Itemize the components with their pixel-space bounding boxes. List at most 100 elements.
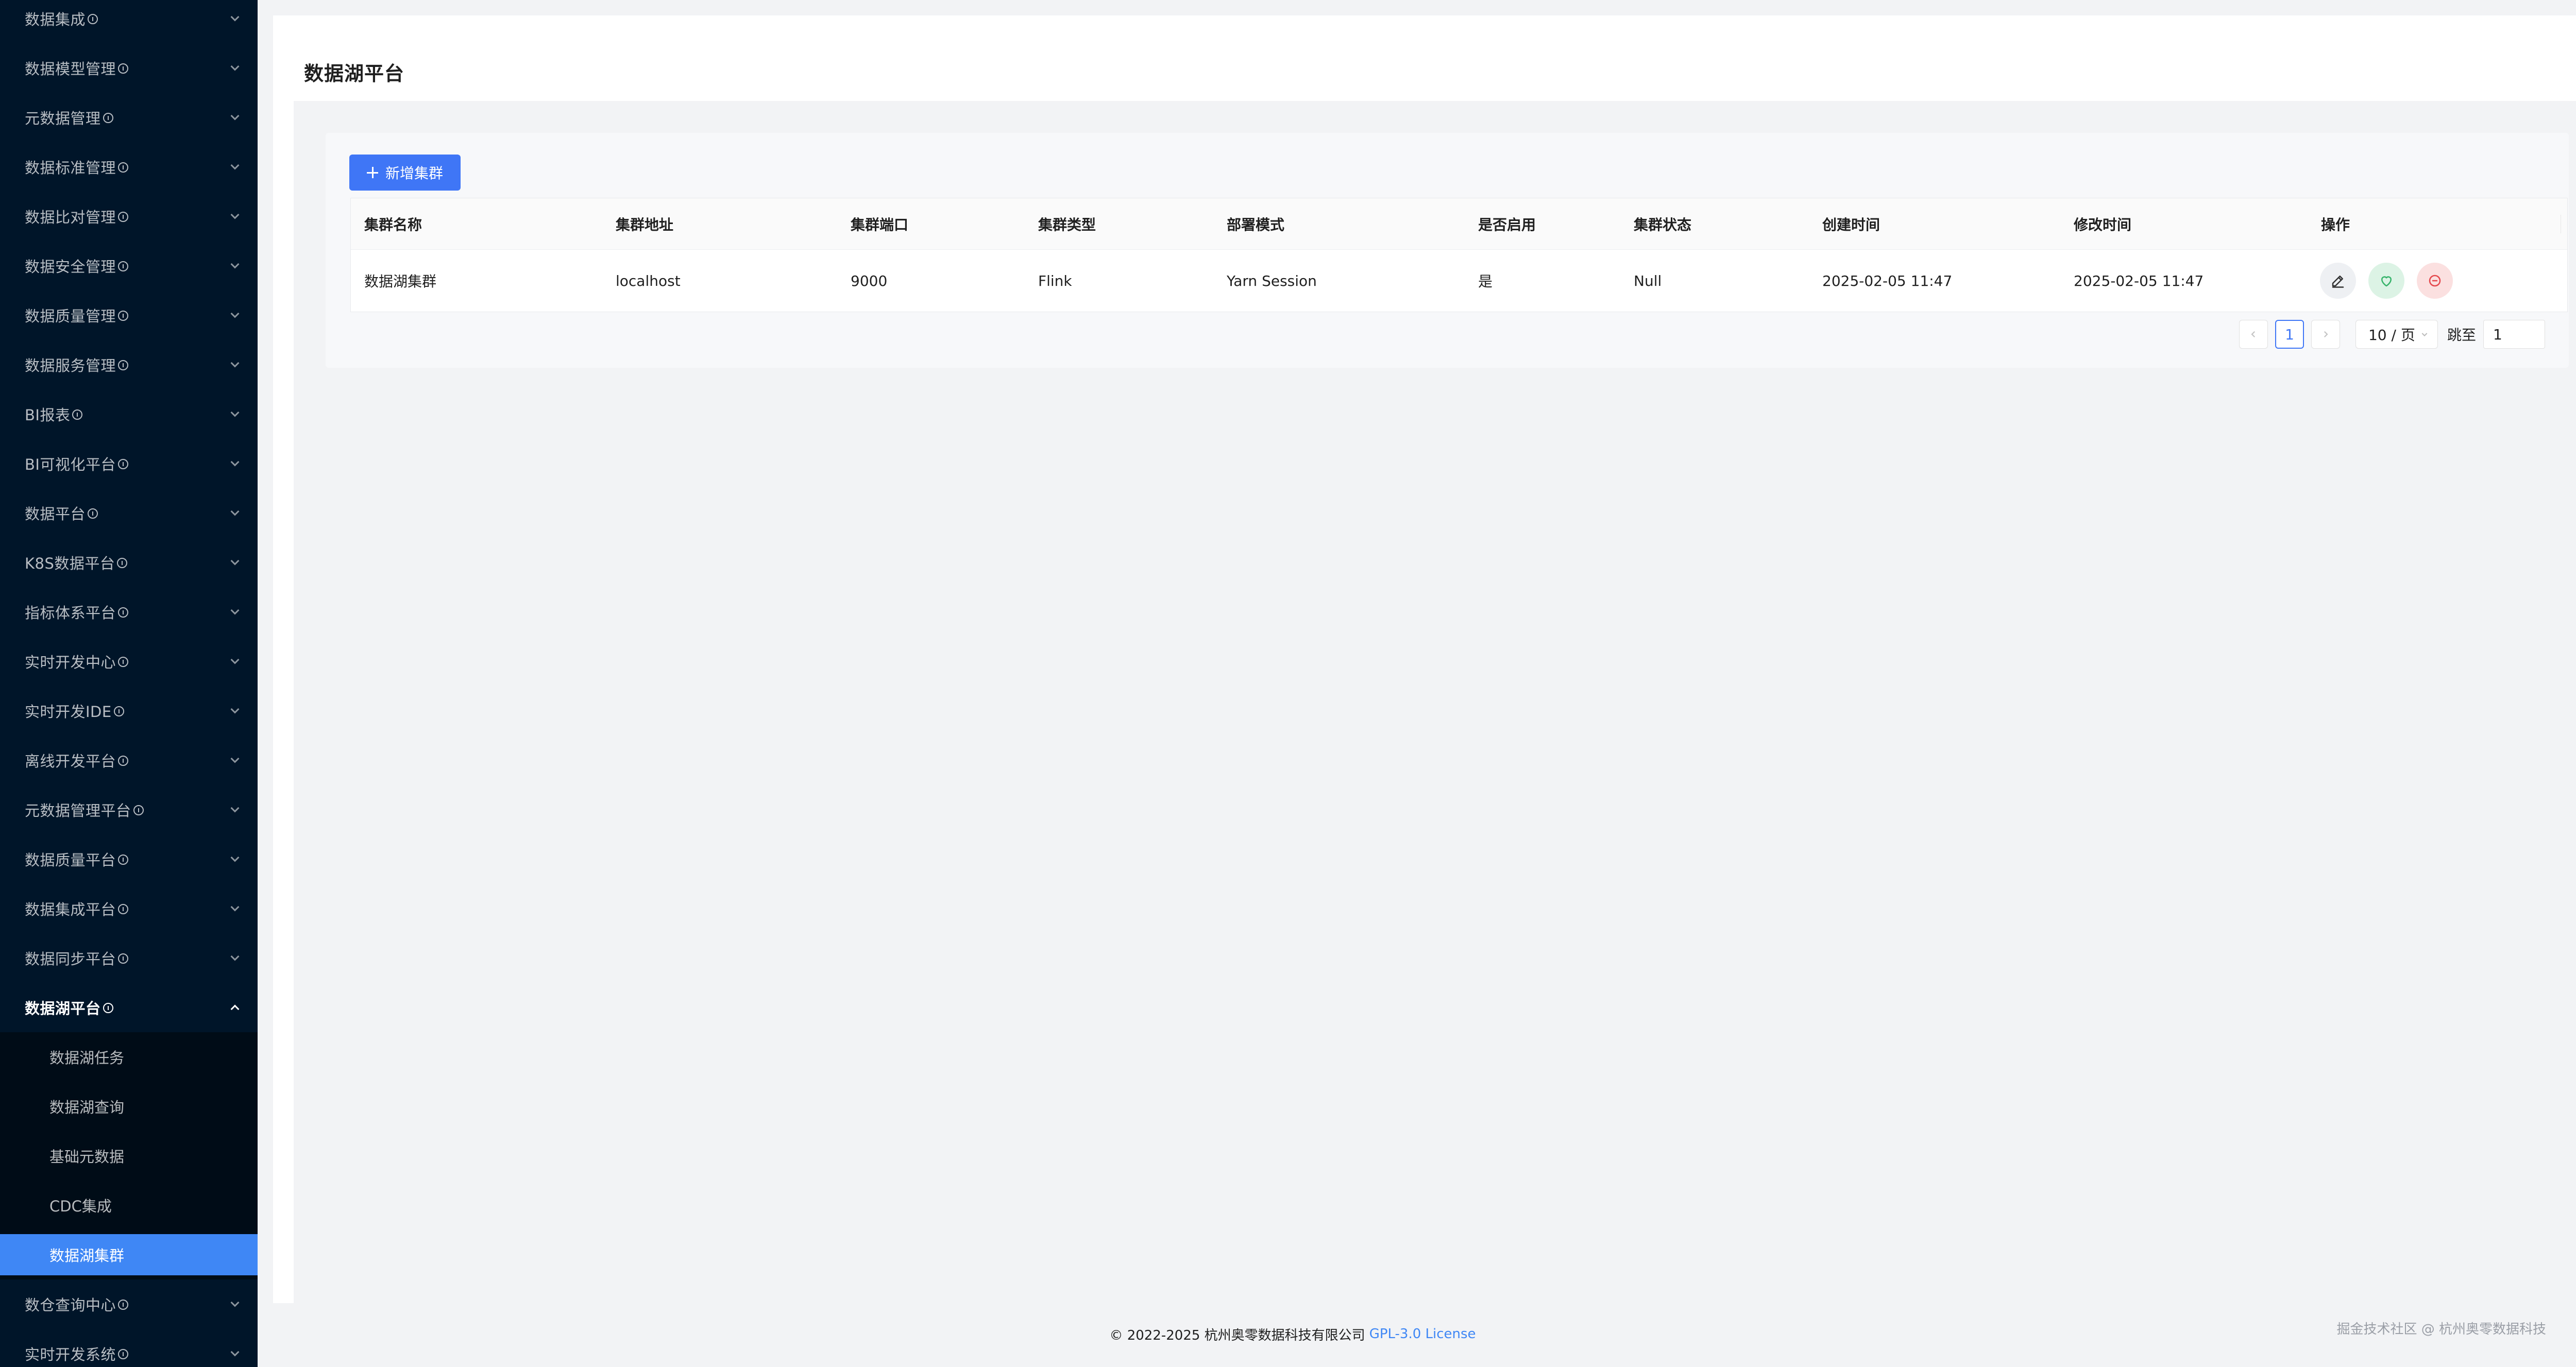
sidebar-item-k8s-platform[interactable]: K8S数据平台 [0,538,258,587]
sidebar-item-data-model[interactable]: 数据模型管理 [0,43,258,93]
watermark-text: 掘金技术社区 @ 杭州奥零数据科技 [2336,1322,2546,1337]
sidebar-item-label: 离线开发平台 [25,753,116,770]
sidebar-item-realtime-system[interactable]: 实时开发系统 [0,1329,258,1367]
sidebar-subitem-lake-query[interactable]: 数据湖查询 [0,1082,258,1131]
delete-button[interactable] [2417,263,2453,299]
sidebar-item-data-compare[interactable]: 数据比对管理 [0,192,258,241]
page-title: 数据湖平台 [304,62,405,85]
sidebar-item-label: 数据服务管理 [25,357,116,374]
sidebar-subitem-label: 数据湖任务 [49,1049,125,1067]
cell-cluster-name: 数据湖集群 [364,273,437,290]
info-icon [118,607,129,618]
add-cluster-button[interactable]: 新增集群 [349,155,461,191]
info-icon [118,1349,129,1359]
sidebar-subitem-base-metadata[interactable]: 基础元数据 [0,1131,258,1181]
sidebar-item-sync-platform[interactable]: 数据同步平台 [0,933,258,983]
sidebar-item-label: 数据集成 [25,11,86,28]
table-row: 数据湖集群 localhost 9000 Flink Yarn Session … [351,250,2567,312]
chevron-down-icon [230,210,240,219]
sidebar-subitem-lake-cluster[interactable]: 数据湖集群 [0,1234,258,1275]
column-header-created: 创建时间 [1822,216,1880,233]
sidebar-item-data-service[interactable]: 数据服务管理 [0,340,258,389]
chevron-left-icon [2251,331,2256,338]
sidebar-item-label: K8S数据平台 [25,555,115,572]
sidebar-subitem-lake-task[interactable]: 数据湖任务 [0,1032,258,1082]
cell-created-time: 2025-02-05 11:47 [1822,272,1953,289]
sidebar-item-offline-dev[interactable]: 离线开发平台 [0,736,258,785]
sidebar-item-data-standard[interactable]: 数据标准管理 [0,142,258,192]
sidebar-item-label: 数据安全管理 [25,258,116,276]
minus-circle-icon [2429,275,2441,287]
cell-status: Null [1634,272,1662,289]
sidebar: 数据集成 数据模型管理 元数据管理 数据标准管理 数据比对管理 数据安全管理 数… [0,0,258,1367]
jump-to-input[interactable]: 1 [2483,320,2545,349]
chevron-down-icon [230,62,240,71]
column-header-deploy-mode: 部署模式 [1227,216,1285,233]
cell-cluster-port: 9000 [851,272,888,289]
chevron-down-icon [230,705,240,714]
edit-button[interactable] [2320,263,2356,299]
next-page-button[interactable] [2311,320,2340,349]
chevron-down-icon [230,111,240,121]
chevron-down-icon [230,507,240,516]
info-icon [118,212,129,222]
sidebar-subitem-label: 数据湖集群 [49,1247,125,1265]
sidebar-item-realtime-center[interactable]: 实时开发中心 [0,637,258,686]
chevron-down-icon [230,161,240,170]
sidebar-subitem-label: CDC集成 [49,1198,112,1215]
sidebar-item-label: 数据同步平台 [25,950,116,968]
sidebar-item-integration-platform[interactable]: 数据集成平台 [0,884,258,933]
sidebar-item-label: 数据模型管理 [25,60,116,78]
sidebar-item-label: 数据平台 [25,505,86,523]
main-content: 数据湖平台 新增集群 集群名称 集群地址 集群端口 集群类型 部署模式 是否启用… [273,15,2576,1303]
copyright-text: © 2022-2025 杭州奥零数据科技有限公司 [1109,1327,1365,1343]
sidebar-item-label: BI报表 [25,406,71,424]
edit-icon [2332,276,2344,288]
page-size-select[interactable]: 10 / 页 [2355,320,2438,349]
sidebar-item-realtime-ide[interactable]: 实时开发IDE [0,686,258,736]
info-icon [118,1300,129,1310]
prev-page-button[interactable] [2239,320,2268,349]
sidebar-item-label: 数据比对管理 [25,209,116,226]
sidebar-item-label: BI可视化平台 [25,456,116,473]
sidebar-subitem-cdc[interactable]: CDC集成 [0,1181,258,1230]
column-header-status: 集群状态 [1634,216,1692,233]
cell-cluster-address: localhost [616,272,681,289]
chevron-down-icon [230,1298,240,1307]
page-size-value: 10 / 页 [2368,327,2415,344]
info-icon [72,409,83,420]
sidebar-item-data-security[interactable]: 数据安全管理 [0,241,258,291]
sidebar-item-data-lake[interactable]: 数据湖平台 [0,983,258,1032]
chevron-down-icon [230,902,240,912]
sidebar-item-data-platform[interactable]: 数据平台 [0,488,258,538]
sidebar-item-label: 实时开发IDE [25,703,112,721]
info-icon [117,558,128,568]
plus-icon [366,167,378,178]
sidebar-item-metadata[interactable]: 元数据管理 [0,93,258,142]
sidebar-item-data-quality[interactable]: 数据质量管理 [0,291,258,340]
cell-cluster-type: Flink [1038,272,1072,289]
sidebar-item-quality-platform[interactable]: 数据质量平台 [0,834,258,884]
sidebar-item-bi-visual[interactable]: BI可视化平台 [0,439,258,488]
submenu-data-lake: 数据湖任务 数据湖查询 基础元数据 CDC集成 数据湖集群 [0,1032,258,1279]
enable-button[interactable] [2368,263,2404,299]
info-icon [88,14,98,24]
sidebar-item-label: 元数据管理 [25,110,101,127]
cluster-panel: 新增集群 集群名称 集群地址 集群端口 集群类型 部署模式 是否启用 集群状态 … [326,133,2569,368]
sidebar-item-label: 数据质量平台 [25,851,116,869]
info-icon [118,756,129,766]
column-header-modified: 修改时间 [2074,216,2132,233]
license-link[interactable]: GPL-3.0 License [1369,1326,1476,1342]
chevron-down-icon [230,12,240,22]
info-icon [118,360,129,370]
sidebar-item-metadata-platform[interactable]: 元数据管理平台 [0,785,258,834]
footer: © 2022-2025 杭州奥零数据科技有限公司 GPL-3.0 License [258,1319,2328,1349]
page-number-button[interactable]: 1 [2275,320,2304,349]
sidebar-item-label: 实时开发系统 [25,1346,116,1363]
sidebar-item-label: 数据质量管理 [25,307,116,325]
cell-modified-time: 2025-02-05 11:47 [2074,272,2204,289]
sidebar-item-bi-report[interactable]: BI报表 [0,389,258,439]
sidebar-item-metrics[interactable]: 指标体系平台 [0,587,258,637]
sidebar-item-warehouse-query[interactable]: 数仓查询中心 [0,1279,258,1329]
sidebar-item-data-integration[interactable]: 数据集成 [0,0,258,43]
